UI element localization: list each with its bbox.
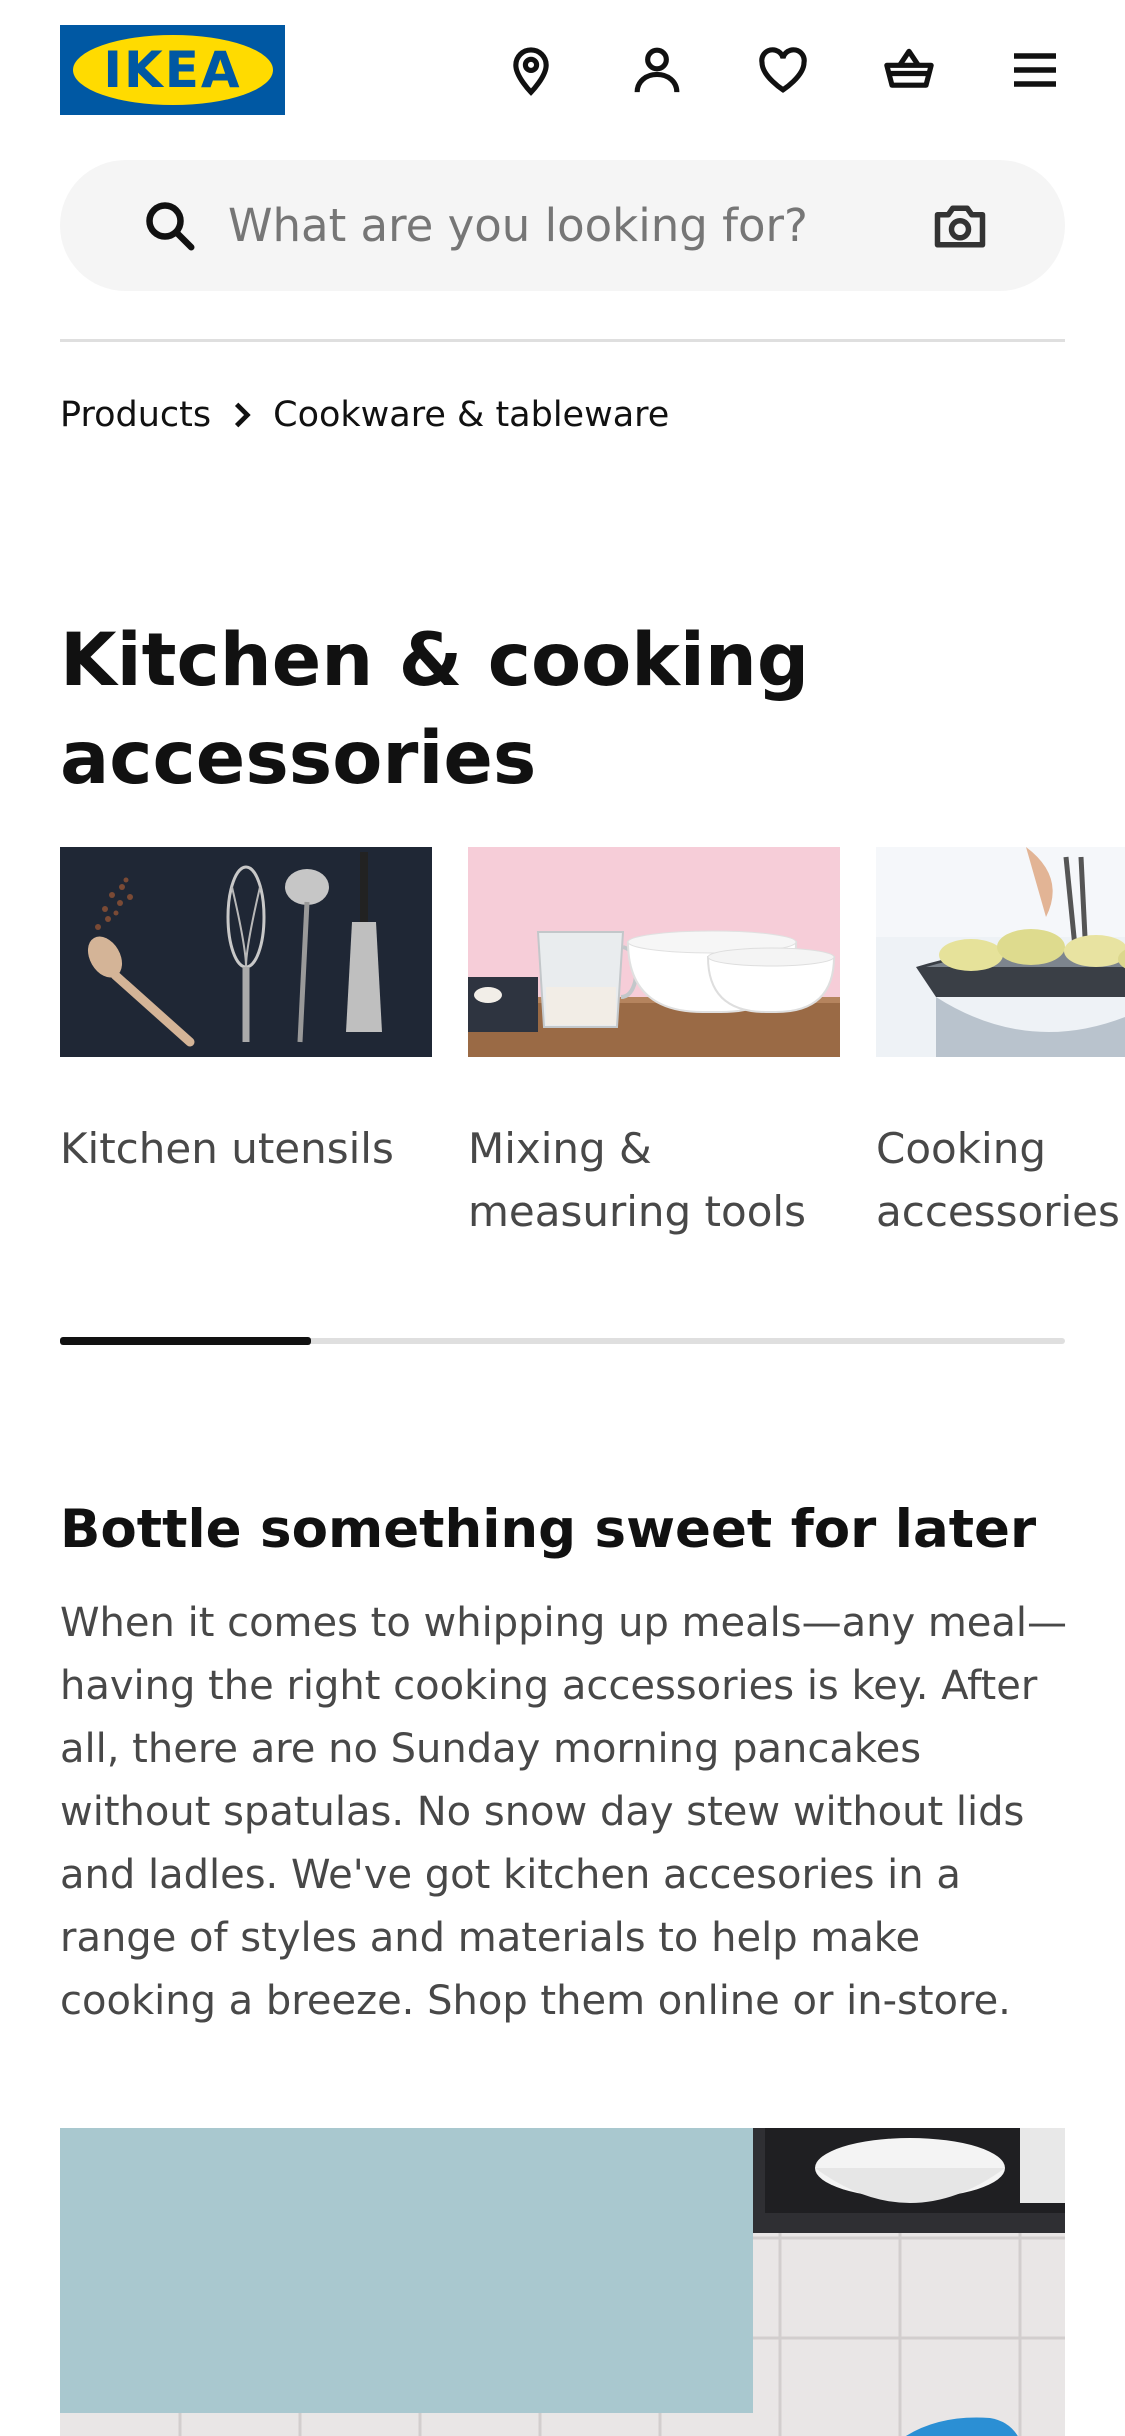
carousel-scrollbar-thumb[interactable] [60,1337,311,1345]
category-image-kitchen-utensils[interactable] [60,847,432,1057]
search-icon[interactable] [140,196,200,256]
category-card-cooking-accessories[interactable]: Cooking accessories [876,847,1125,1243]
category-image-cooking-accessories[interactable] [876,847,1125,1057]
search-bar[interactable] [60,160,1065,291]
category-card-kitchen-utensils[interactable]: Kitchen utensils [60,847,432,1180]
header-divider [60,339,1065,342]
basket-icon[interactable] [879,40,939,100]
camera-icon[interactable] [930,196,990,256]
hero-image[interactable] [60,2128,1065,2436]
location-icon[interactable] [501,40,561,100]
menu-icon[interactable] [1005,40,1065,100]
logo-oval: IKEA [72,35,273,105]
breadcrumb-item-products[interactable]: Products [60,395,211,435]
search-input[interactable] [228,185,968,265]
header: IKEA [0,0,1125,140]
ikea-logo[interactable]: IKEA [60,25,285,115]
chevron-right-icon [211,395,273,435]
account-icon[interactable] [627,40,687,100]
logo-text: IKEA [103,41,242,99]
category-label[interactable]: Kitchen utensils [60,1117,432,1180]
heart-icon[interactable] [753,40,813,100]
page-title: Kitchen & cooking accessories [60,618,810,801]
section-heading: Bottle something sweet for later [60,1499,1037,1560]
category-image-mixing-measuring[interactable] [468,847,840,1057]
category-label[interactable]: Cooking accessories [876,1117,1125,1243]
breadcrumb-item-cookware[interactable]: Cookware & tableware [273,395,669,435]
section-body: When it comes to whipping up meals—any m… [60,1600,1068,2024]
breadcrumb: Products Cookware & tableware [60,390,669,440]
page: IKEA What are you looking for? Products … [0,0,1125,2436]
category-label[interactable]: Mixing & measuring tools [468,1117,840,1243]
category-card-mixing-measuring[interactable]: Mixing & measuring tools [468,847,840,1243]
